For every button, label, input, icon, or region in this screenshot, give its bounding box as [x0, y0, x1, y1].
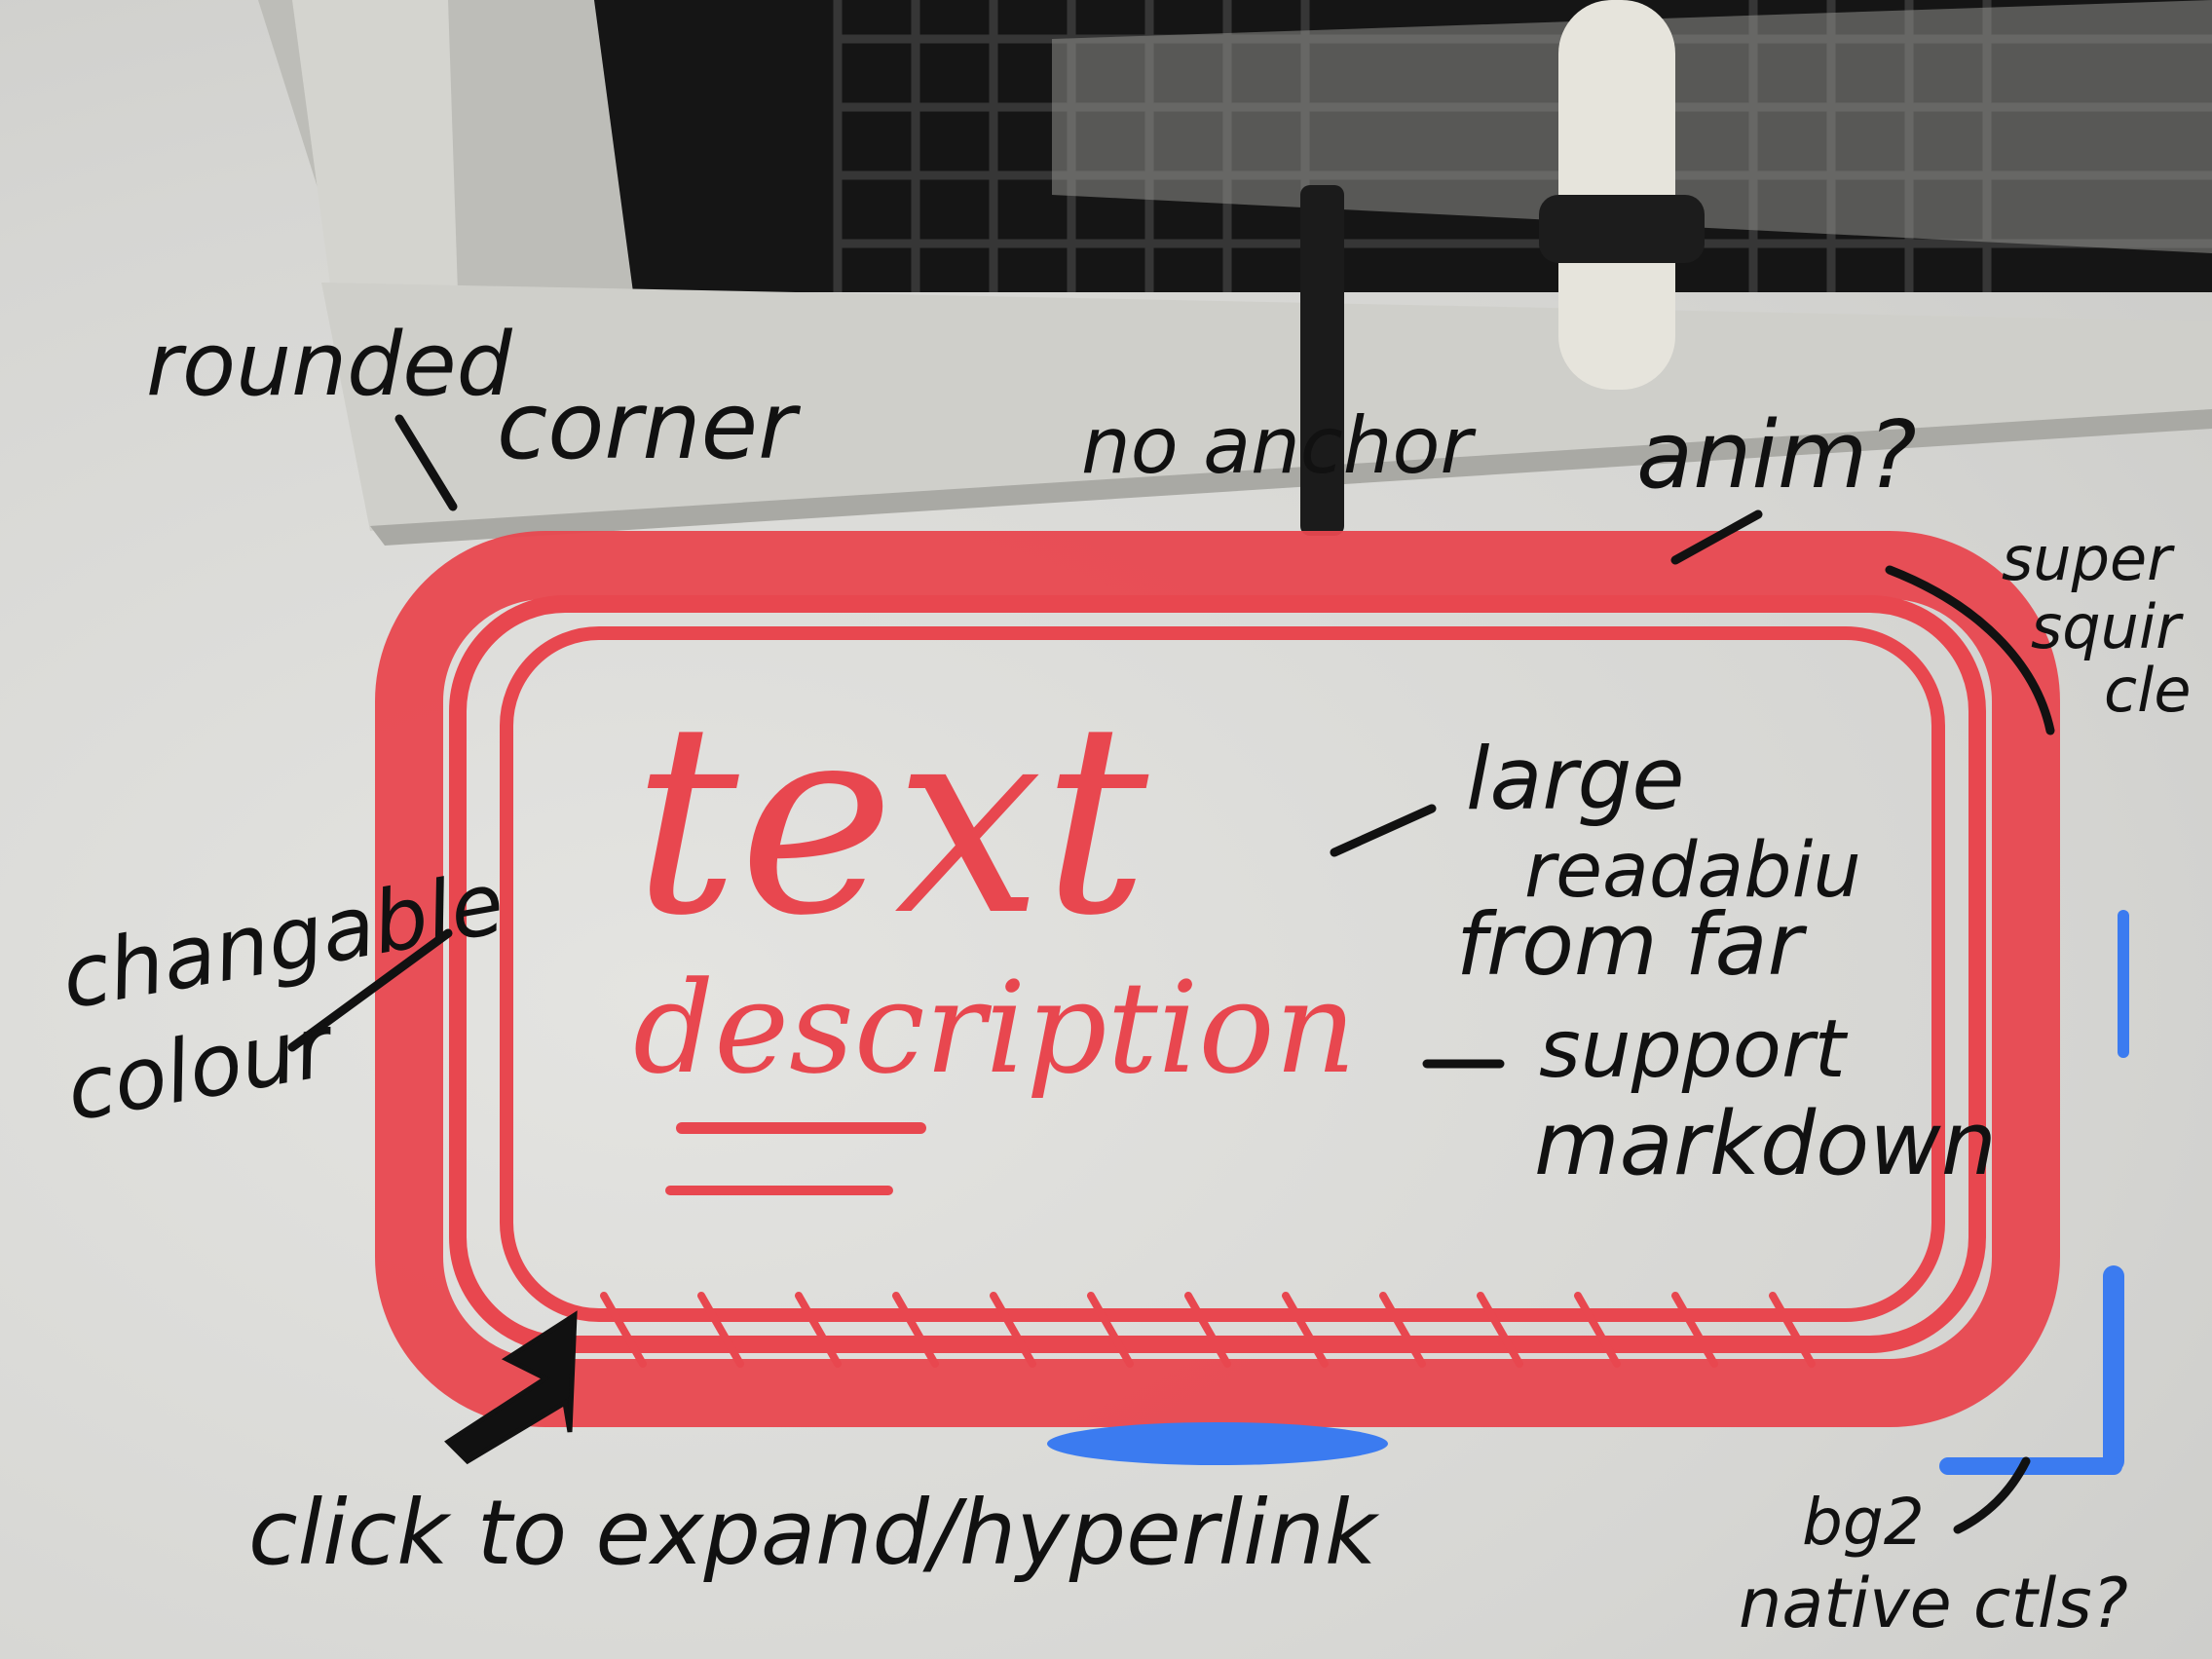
annotation-anim: anim?: [1636, 402, 1917, 509]
annotation-super: super: [2002, 523, 2175, 594]
annotation-no-anchor: no anchor: [1081, 400, 1477, 491]
annotation-large: large: [1466, 729, 1685, 829]
photo-sketch-scene: text description rounded corner no ancho…: [0, 0, 2212, 1659]
annotation-squircle-1: squir: [2031, 591, 2184, 662]
annotation-from-far: from far: [1456, 894, 1808, 995]
annotation-native-controls: native ctls?: [1739, 1564, 2128, 1643]
sketch-canvas: text description rounded corner no ancho…: [55, 0, 2212, 1643]
annotation-bg2: bg2: [1802, 1485, 1925, 1560]
shadow-hatching: [600, 1292, 1816, 1368]
annotation-rounded: rounded: [146, 314, 513, 416]
annotation-squircle-2: cle: [2104, 655, 2191, 726]
annotation-markdown: markdown: [1534, 1093, 1997, 1195]
annotation-corner: corner: [497, 373, 801, 480]
annotation-click-to-expand: click to expand/hyperlink: [248, 1481, 1380, 1585]
card-description: description: [633, 954, 1356, 1102]
annotation-support: support: [1539, 1003, 1849, 1096]
card-title: text: [633, 666, 1149, 973]
